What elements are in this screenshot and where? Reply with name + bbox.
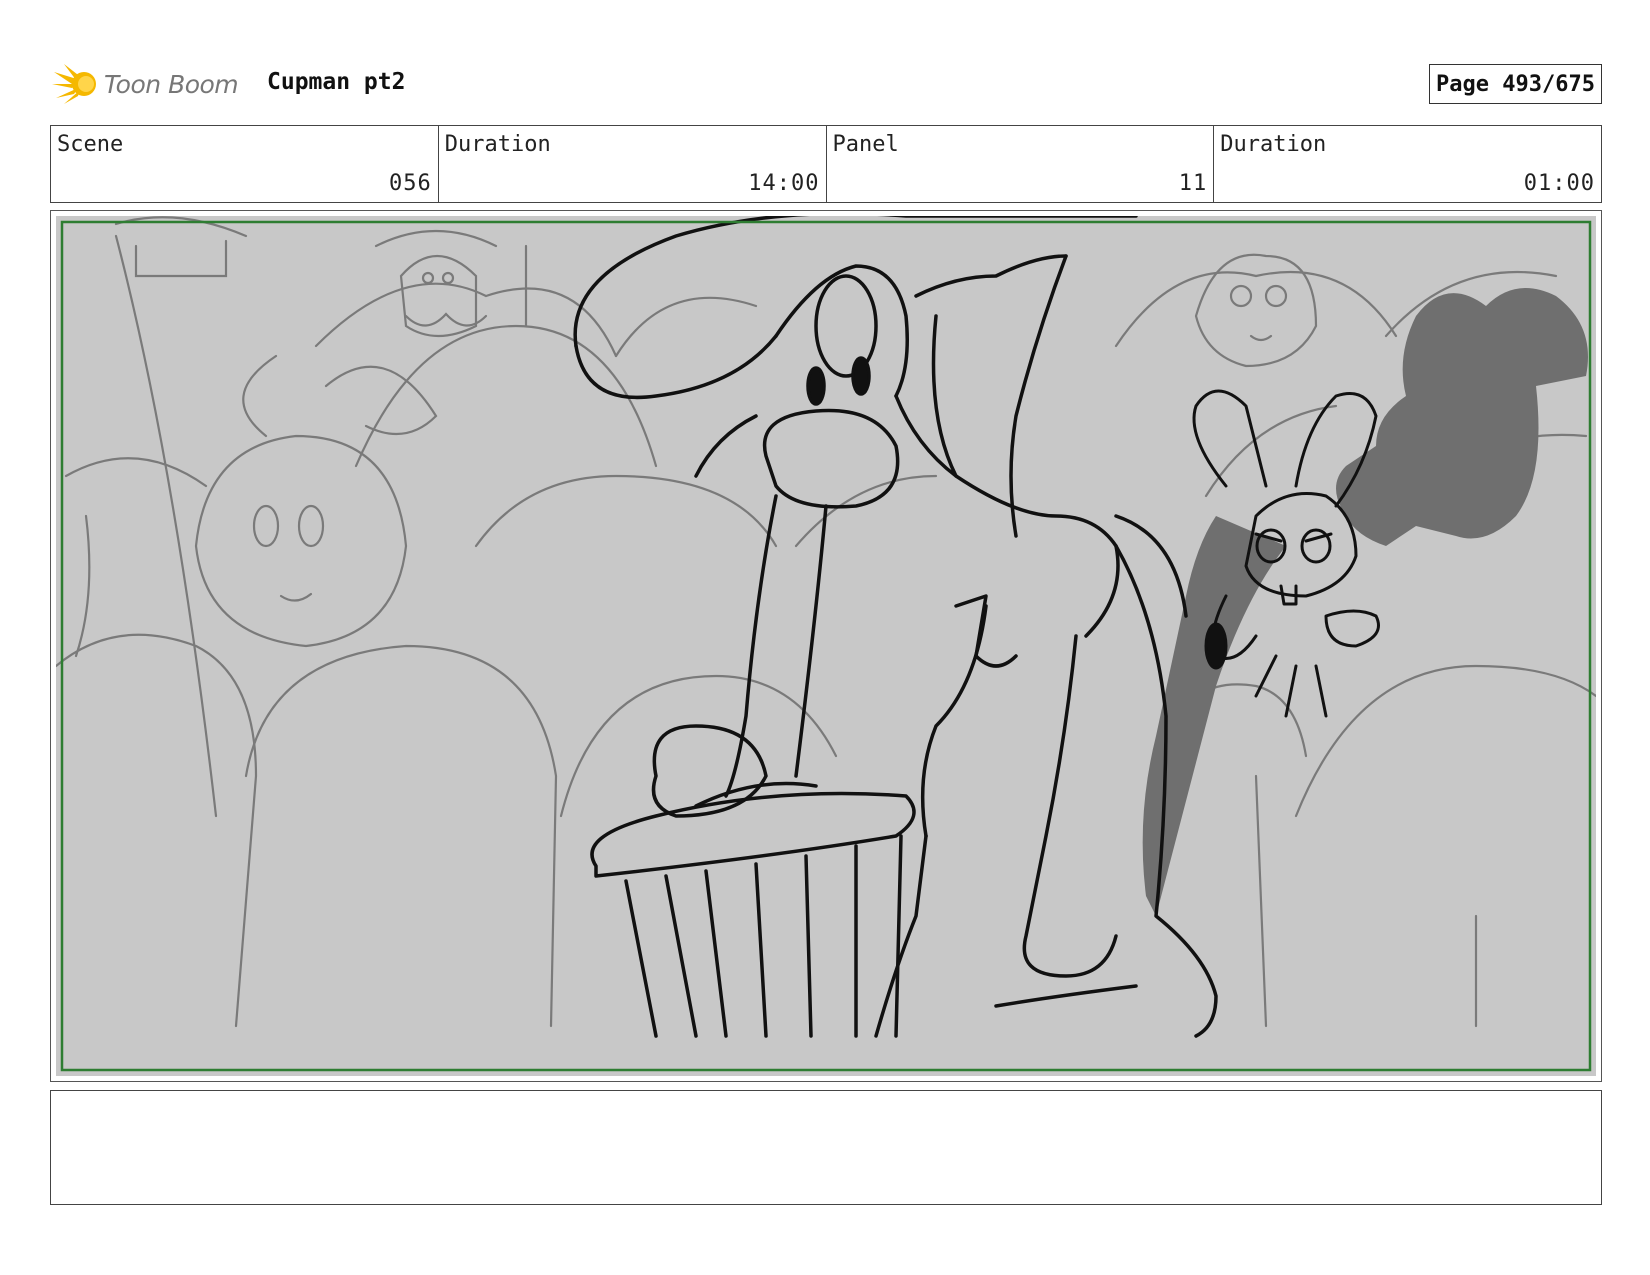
scene-duration-value: 14:00 [748, 171, 820, 196]
toon-boom-logo: Toon Boom [50, 58, 250, 110]
logo-wordmark: Toon Boom [104, 69, 239, 99]
panel-duration-cell: Duration 01:00 [1214, 126, 1601, 202]
scene-info-table: Scene 056 Duration 14:00 Panel 11 Durati… [50, 125, 1602, 203]
panel-cell: Panel 11 [827, 126, 1215, 202]
scene-label: Scene [57, 132, 124, 157]
scene-duration-label: Duration [444, 132, 551, 157]
panel-duration-label: Duration [1220, 132, 1327, 157]
panel-label: Panel [832, 132, 899, 157]
page-header: Toon Boom Cupman pt2 Page 493/675 [50, 58, 1602, 110]
panel-value: 11 [1178, 171, 1208, 196]
panel-background [56, 216, 1596, 1076]
panel-drawing [56, 216, 1596, 1076]
panel-duration-value: 01:00 [1523, 171, 1595, 196]
scene-value: 056 [389, 171, 432, 196]
page-number-badge: Page 493/675 [1429, 64, 1602, 104]
scene-cell: Scene 056 [51, 126, 439, 202]
scene-duration-cell: Duration 14:00 [439, 126, 827, 202]
document-title: Cupman pt2 [267, 69, 406, 95]
logo-burst-icon [52, 64, 96, 104]
storyboard-panel [50, 210, 1602, 1082]
panel-notes-box [50, 1090, 1602, 1205]
